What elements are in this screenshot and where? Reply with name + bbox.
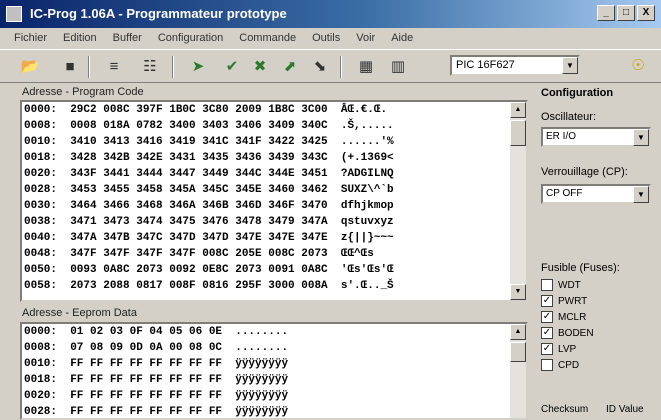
table-row[interactable]: 0038: 3471 3473 3474 3475 3476 3478 3479…: [22, 214, 526, 230]
table-row[interactable]: 0040: 347A 347B 347C 347D 347D 347E 347E…: [22, 230, 526, 246]
menu-outils[interactable]: Outils: [304, 32, 348, 44]
scroll-up-icon[interactable]: ▲: [510, 324, 526, 340]
table-row[interactable]: 0020: FF FF FF FF FF FF FF FF ÿÿÿÿÿÿÿÿ: [22, 388, 526, 404]
fuse-label: BODEN: [558, 327, 594, 339]
fuses-label: Fusible (Fuses):: [541, 262, 620, 274]
device-value: PIC 16F627: [456, 59, 515, 71]
view-icon[interactable]: ▦: [356, 57, 376, 77]
fuse-lvp[interactable]: ✓ LVP: [541, 342, 576, 356]
fuse-label: LVP: [558, 343, 577, 355]
cpd-checkbox[interactable]: [541, 359, 553, 371]
read-icon[interactable]: ≡: [104, 57, 124, 77]
eeprom-title: Adresse - Eeprom Data: [22, 307, 137, 319]
eeprom-scrollbar[interactable]: ▲: [510, 324, 526, 418]
menu-buffer[interactable]: Buffer: [105, 32, 150, 44]
id-value-label: ID Value: [606, 404, 644, 415]
menu-bar: Fichier Edition Buffer Configuration Com…: [0, 28, 661, 48]
fuse-mclr[interactable]: ✓ MCLR: [541, 310, 586, 324]
save-icon[interactable]: ■: [60, 57, 80, 77]
menu-aide[interactable]: Aide: [383, 32, 421, 44]
blank-icon[interactable]: ⬈: [280, 57, 300, 77]
table-row[interactable]: 0058: 2073 2088 0817 008F 0816 295F 3000…: [22, 278, 526, 294]
scroll-down-icon[interactable]: ▼: [510, 284, 526, 300]
table-row[interactable]: 0028: 3453 3455 3458 345A 345C 345E 3460…: [22, 182, 526, 198]
title-bar: IC-Prog 1.06A - Programmateur prototype …: [0, 0, 661, 28]
scroll-thumb[interactable]: [510, 120, 526, 146]
fuse-cpd[interactable]: CPD: [541, 358, 579, 372]
eeprom-grid[interactable]: 0000: 01 02 03 0F 04 05 06 0E ........ 0…: [20, 322, 528, 420]
verify-icon[interactable]: ✔: [222, 57, 242, 77]
compare-icon[interactable]: ⬊: [310, 57, 330, 77]
program-icon[interactable]: ➤: [188, 57, 208, 77]
minimize-button[interactable]: _: [597, 5, 615, 21]
lock-label: Verrouillage (CP):: [541, 166, 628, 178]
chip-icon[interactable]: ☷: [140, 57, 160, 77]
close-button[interactable]: X: [637, 5, 655, 21]
table-row[interactable]: 0010: 3410 3413 3416 3419 341C 341F 3422…: [22, 134, 526, 150]
scroll-thumb[interactable]: [510, 342, 526, 362]
table-row[interactable]: 0018: FF FF FF FF FF FF FF FF ÿÿÿÿÿÿÿÿ: [22, 372, 526, 388]
oscillator-select[interactable]: ER I/O ▼: [541, 127, 651, 147]
table-row[interactable]: 0048: 347F 347F 347F 347F 008C 205E 008C…: [22, 246, 526, 262]
table-row[interactable]: 0020: 343F 3441 3444 3447 3449 344C 344E…: [22, 166, 526, 182]
config-title: Configuration: [541, 87, 614, 99]
fuse-wdt[interactable]: WDT: [541, 278, 581, 292]
fuse-boden[interactable]: ✓ BODEN: [541, 326, 594, 340]
menu-commande[interactable]: Commande: [231, 32, 304, 44]
table-row[interactable]: 0050: 0093 0A8C 2073 0092 0E8C 2073 0091…: [22, 262, 526, 278]
oscillator-label: Oscillateur:: [541, 111, 597, 123]
fuse-pwrt[interactable]: ✓ PWRT: [541, 294, 587, 308]
menu-configuration[interactable]: Configuration: [150, 32, 231, 44]
fuse-label: PWRT: [558, 295, 588, 307]
lock-select[interactable]: CP OFF ▼: [541, 184, 651, 204]
table-row[interactable]: 0030: 3464 3466 3468 346A 346B 346D 346F…: [22, 198, 526, 214]
menu-voir[interactable]: Voir: [348, 32, 383, 44]
table-row[interactable]: 0008: 07 08 09 0D 0A 00 08 0C ........: [22, 340, 526, 356]
table-row[interactable]: 0028: FF FF FF FF FF FF FF FF ÿÿÿÿÿÿÿÿ: [22, 404, 526, 418]
wdt-checkbox[interactable]: [541, 279, 553, 291]
lvp-checkbox[interactable]: ✓: [541, 343, 553, 355]
table-row[interactable]: 0000: 29C2 008C 397F 1B0C 3C80 2009 1B8C…: [22, 102, 526, 118]
window-title: IC-Prog 1.06A - Programmateur prototype: [30, 6, 287, 21]
open-icon[interactable]: 📂: [20, 57, 40, 77]
pwrt-checkbox[interactable]: ✓: [541, 295, 553, 307]
mclr-checkbox[interactable]: ✓: [541, 311, 553, 323]
app-icon[interactable]: [6, 6, 22, 22]
erase-icon[interactable]: ✖: [250, 57, 270, 77]
maximize-button[interactable]: □: [617, 5, 635, 21]
table-row[interactable]: 0008: 0008 018A 0782 3400 3403 3406 3409…: [22, 118, 526, 134]
menu-fichier[interactable]: Fichier: [6, 32, 55, 44]
chevron-down-icon[interactable]: ▼: [633, 186, 649, 203]
fuse-label: MCLR: [558, 311, 587, 323]
device-select[interactable]: PIC 16F627 ▼: [450, 55, 580, 76]
lock-value: CP OFF: [546, 188, 583, 199]
oscillator-value: ER I/O: [546, 131, 577, 142]
program-code-grid[interactable]: 0000: 29C2 008C 397F 1B0C 3C80 2009 1B8C…: [20, 100, 528, 302]
fuse-label: CPD: [558, 359, 580, 371]
help-icon[interactable]: ☉: [628, 56, 648, 76]
chevron-down-icon[interactable]: ▼: [633, 129, 649, 146]
boden-checkbox[interactable]: ✓: [541, 327, 553, 339]
scroll-up-icon[interactable]: ▲: [510, 102, 526, 118]
checksum-label: Checksum: [541, 404, 589, 415]
chevron-down-icon[interactable]: ▼: [562, 57, 578, 74]
table-row[interactable]: 0018: 3428 342B 342E 3431 3435 3436 3439…: [22, 150, 526, 166]
menu-edition[interactable]: Edition: [55, 32, 105, 44]
table-row[interactable]: 0010: FF FF FF FF FF FF FF FF ÿÿÿÿÿÿÿÿ: [22, 356, 526, 372]
fuse-label: WDT: [558, 279, 581, 291]
program-code-title: Adresse - Program Code: [22, 86, 144, 98]
program-code-scrollbar[interactable]: ▲ ▼: [510, 102, 526, 300]
view-eeprom-icon[interactable]: ▥: [388, 57, 408, 77]
table-row[interactable]: 0000: 01 02 03 0F 04 05 06 0E ........: [22, 324, 526, 340]
